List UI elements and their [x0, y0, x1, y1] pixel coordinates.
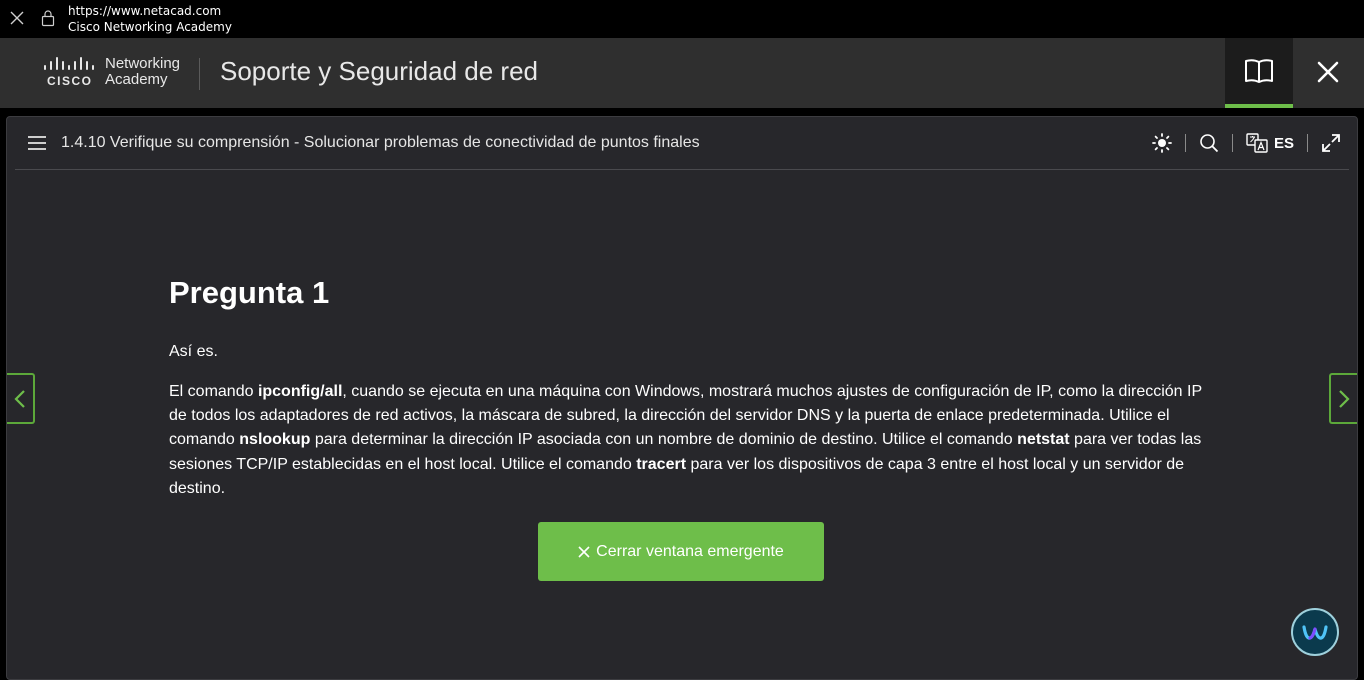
app-header: CISCO Networking Academy Soporte y Segur…	[0, 38, 1364, 108]
book-button[interactable]	[1225, 38, 1293, 108]
logo-line-2: Academy	[105, 71, 168, 88]
close-icon	[578, 545, 590, 558]
expand-icon	[1322, 134, 1340, 152]
browser-site-name: Cisco Networking Academy	[68, 20, 232, 34]
translate-icon	[1246, 133, 1268, 153]
language-button[interactable]: ES	[1246, 133, 1294, 153]
lesson-title: 1.4.10 Verifique su comprensión - Soluci…	[61, 134, 700, 151]
close-popup-button[interactable]: Cerrar ventana emergente	[538, 522, 824, 581]
next-button[interactable]	[1329, 373, 1357, 424]
book-icon	[1245, 59, 1273, 83]
feedback-text-part: para determinar la dirección IP asociada…	[310, 431, 1018, 449]
close-icon	[1317, 61, 1339, 83]
browser-url[interactable]: https://www.netacad.com	[68, 4, 221, 18]
tool-separator	[1184, 134, 1186, 152]
sun-icon	[1152, 133, 1172, 153]
feedback-text-part: El comando	[169, 383, 258, 400]
logo-brand: CISCO	[47, 74, 93, 88]
cisco-logo: CISCO	[44, 57, 94, 88]
browser-bar: https://www.netacad.com Cisco Networking…	[0, 0, 1364, 38]
feedback-text: El comando ipconfig/all, cuando se ejecu…	[169, 380, 1209, 501]
previous-button[interactable]	[7, 373, 35, 424]
lock-icon	[41, 10, 55, 27]
search-button[interactable]	[1199, 133, 1219, 153]
command-netstat: netstat	[1017, 431, 1070, 449]
logo-line-1: Networking	[105, 55, 181, 72]
feedback-short: Así es.	[169, 343, 218, 360]
chevron-left-icon	[14, 390, 25, 408]
close-popup-label: Cerrar ventana emergente	[596, 542, 784, 560]
expand-button[interactable]	[1321, 133, 1341, 153]
search-icon	[1200, 134, 1219, 153]
command-ipconfig: ipconfig/all	[257, 383, 343, 400]
webex-button[interactable]	[1291, 608, 1339, 656]
tool-separator	[1307, 134, 1308, 152]
hamburger-menu-icon[interactable]	[27, 135, 47, 151]
content-frame: 1.4.10 Verifique su comprensión - Soluci…	[6, 116, 1358, 680]
command-tracert: tracert	[636, 455, 687, 473]
webex-icon	[1302, 625, 1328, 640]
close-icon[interactable]	[8, 9, 26, 27]
chevron-right-icon	[1339, 390, 1350, 408]
course-title: Soporte y Seguridad de red	[220, 56, 538, 86]
toolbar-tools: ES	[1152, 131, 1341, 155]
header-divider	[199, 58, 200, 90]
lesson-toolbar: 1.4.10 Verifique su comprensión - Soluci…	[15, 117, 1349, 170]
logo-text: Networking Academy	[105, 56, 180, 88]
theme-toggle-button[interactable]	[1152, 133, 1172, 153]
question-title: Pregunta 1	[169, 275, 330, 310]
tool-separator	[1231, 134, 1233, 152]
language-code: ES	[1273, 134, 1294, 152]
command-nslookup: nslookup	[239, 431, 311, 449]
close-course-button[interactable]	[1300, 38, 1358, 108]
